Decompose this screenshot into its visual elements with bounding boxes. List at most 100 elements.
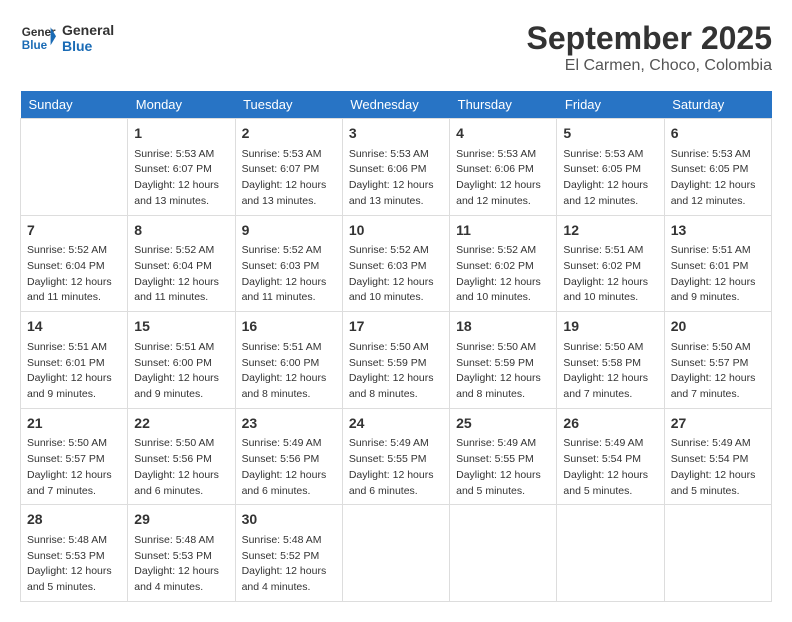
day-info: Sunrise: 5:52 AMSunset: 6:04 PMDaylight:… bbox=[27, 243, 121, 306]
weekday-header-row: SundayMondayTuesdayWednesdayThursdayFrid… bbox=[21, 91, 772, 119]
day-number: 19 bbox=[563, 317, 657, 337]
day-info: Sunrise: 5:50 AMSunset: 5:57 PMDaylight:… bbox=[671, 340, 765, 403]
day-number: 8 bbox=[134, 221, 228, 241]
calendar-cell: 21Sunrise: 5:50 AMSunset: 5:57 PMDayligh… bbox=[21, 408, 128, 505]
day-info: Sunrise: 5:50 AMSunset: 5:56 PMDaylight:… bbox=[134, 436, 228, 499]
title-section: September 2025 El Carmen, Choco, Colombi… bbox=[527, 20, 772, 75]
calendar-cell: 3 Sunrise: 5:53 AMSunset: 6:06 PMDaylight… bbox=[342, 119, 449, 216]
calendar-cell: 15 Sunrise: 5:51 AMSunset: 6:00 PMDayligh… bbox=[128, 312, 235, 409]
calendar-cell: 4 Sunrise: 5:53 AMSunset: 6:06 PMDaylight… bbox=[450, 119, 557, 216]
logo-blue: Blue bbox=[62, 38, 114, 54]
location-title: El Carmen, Choco, Colombia bbox=[527, 57, 772, 75]
day-number: 20 bbox=[671, 317, 765, 337]
day-info: Sunrise: 5:49 AMSunset: 5:54 PMDaylight:… bbox=[563, 436, 657, 499]
calendar-cell: 23Sunrise: 5:49 AMSunset: 5:56 PMDayligh… bbox=[235, 408, 342, 505]
weekday-header-thursday: Thursday bbox=[450, 91, 557, 119]
day-number: 23 bbox=[242, 414, 336, 434]
calendar-cell: 30 Sunrise: 5:48 AMSunset: 5:52 PMDayligh… bbox=[235, 505, 342, 602]
calendar-cell: 26Sunrise: 5:49 AMSunset: 5:54 PMDayligh… bbox=[557, 408, 664, 505]
day-info: Sunrise: 5:49 AMSunset: 5:55 PMDaylight:… bbox=[456, 436, 550, 499]
calendar-cell: 11Sunrise: 5:52 AMSunset: 6:02 PMDayligh… bbox=[450, 215, 557, 312]
calendar-cell: 6 Sunrise: 5:53 AMSunset: 6:05 PMDaylight… bbox=[664, 119, 771, 216]
day-number: 24 bbox=[349, 414, 443, 434]
calendar-cell: 12Sunrise: 5:51 AMSunset: 6:02 PMDayligh… bbox=[557, 215, 664, 312]
day-info: Sunrise: 5:50 AMSunset: 5:57 PMDaylight:… bbox=[27, 436, 121, 499]
day-number: 10 bbox=[349, 221, 443, 241]
calendar-cell bbox=[342, 505, 449, 602]
day-info: Sunrise: 5:51 AMSunset: 6:02 PMDaylight:… bbox=[563, 243, 657, 306]
day-info: Sunrise: 5:52 AMSunset: 6:04 PMDaylight:… bbox=[134, 243, 228, 306]
weekday-header-sunday: Sunday bbox=[21, 91, 128, 119]
day-number: 1 bbox=[134, 124, 228, 144]
calendar-cell: 27Sunrise: 5:49 AMSunset: 5:54 PMDayligh… bbox=[664, 408, 771, 505]
day-number: 12 bbox=[563, 221, 657, 241]
week-row-2: 7Sunrise: 5:52 AMSunset: 6:04 PMDaylight… bbox=[21, 215, 772, 312]
day-info: Sunrise: 5:53 AMSunset: 6:07 PMDaylight:… bbox=[242, 147, 336, 210]
month-title: September 2025 bbox=[527, 20, 772, 57]
calendar-cell: 22Sunrise: 5:50 AMSunset: 5:56 PMDayligh… bbox=[128, 408, 235, 505]
calendar-cell: 17Sunrise: 5:50 AMSunset: 5:59 PMDayligh… bbox=[342, 312, 449, 409]
day-number: 15 bbox=[134, 317, 228, 337]
header: General Blue General Blue September 2025… bbox=[20, 20, 772, 75]
calendar-cell: 25Sunrise: 5:49 AMSunset: 5:55 PMDayligh… bbox=[450, 408, 557, 505]
day-number: 21 bbox=[27, 414, 121, 434]
day-number: 26 bbox=[563, 414, 657, 434]
day-info: Sunrise: 5:53 AMSunset: 6:06 PMDaylight:… bbox=[349, 147, 443, 210]
calendar-cell bbox=[664, 505, 771, 602]
day-number: 22 bbox=[134, 414, 228, 434]
calendar-cell bbox=[557, 505, 664, 602]
logo-general: General bbox=[62, 22, 114, 38]
day-info: Sunrise: 5:51 AMSunset: 6:00 PMDaylight:… bbox=[134, 340, 228, 403]
week-row-1: 1 Sunrise: 5:53 AMSunset: 6:07 PMDaylight… bbox=[21, 119, 772, 216]
day-number: 2 bbox=[242, 124, 336, 144]
day-info: Sunrise: 5:49 AMSunset: 5:55 PMDaylight:… bbox=[349, 436, 443, 499]
day-info: Sunrise: 5:51 AMSunset: 6:00 PMDaylight:… bbox=[242, 340, 336, 403]
calendar-cell: 18Sunrise: 5:50 AMSunset: 5:59 PMDayligh… bbox=[450, 312, 557, 409]
logo: General Blue General Blue bbox=[20, 20, 114, 56]
day-info: Sunrise: 5:48 AMSunset: 5:52 PMDaylight:… bbox=[242, 533, 336, 596]
day-number: 27 bbox=[671, 414, 765, 434]
day-info: Sunrise: 5:50 AMSunset: 5:58 PMDaylight:… bbox=[563, 340, 657, 403]
weekday-header-saturday: Saturday bbox=[664, 91, 771, 119]
weekday-header-wednesday: Wednesday bbox=[342, 91, 449, 119]
day-info: Sunrise: 5:51 AMSunset: 6:01 PMDaylight:… bbox=[671, 243, 765, 306]
calendar-cell: 8Sunrise: 5:52 AMSunset: 6:04 PMDaylight… bbox=[128, 215, 235, 312]
day-number: 5 bbox=[563, 124, 657, 144]
day-info: Sunrise: 5:49 AMSunset: 5:54 PMDaylight:… bbox=[671, 436, 765, 499]
day-number: 7 bbox=[27, 221, 121, 241]
day-number: 17 bbox=[349, 317, 443, 337]
day-number: 3 bbox=[349, 124, 443, 144]
day-number: 6 bbox=[671, 124, 765, 144]
week-row-5: 28 Sunrise: 5:48 AMSunset: 5:53 PMDayligh… bbox=[21, 505, 772, 602]
week-row-3: 14Sunrise: 5:51 AMSunset: 6:01 PMDayligh… bbox=[21, 312, 772, 409]
day-info: Sunrise: 5:53 AMSunset: 6:05 PMDaylight:… bbox=[563, 147, 657, 210]
weekday-header-monday: Monday bbox=[128, 91, 235, 119]
calendar-cell: 2 Sunrise: 5:53 AMSunset: 6:07 PMDaylight… bbox=[235, 119, 342, 216]
day-number: 9 bbox=[242, 221, 336, 241]
day-info: Sunrise: 5:48 AMSunset: 5:53 PMDaylight:… bbox=[134, 533, 228, 596]
weekday-header-friday: Friday bbox=[557, 91, 664, 119]
day-info: Sunrise: 5:48 AMSunset: 5:53 PMDaylight:… bbox=[27, 533, 121, 596]
day-info: Sunrise: 5:52 AMSunset: 6:03 PMDaylight:… bbox=[242, 243, 336, 306]
day-info: Sunrise: 5:53 AMSunset: 6:06 PMDaylight:… bbox=[456, 147, 550, 210]
calendar-cell bbox=[450, 505, 557, 602]
day-number: 30 bbox=[242, 510, 336, 530]
day-number: 16 bbox=[242, 317, 336, 337]
calendar-cell bbox=[21, 119, 128, 216]
calendar-cell: 29Sunrise: 5:48 AMSunset: 5:53 PMDayligh… bbox=[128, 505, 235, 602]
day-number: 28 bbox=[27, 510, 121, 530]
day-number: 13 bbox=[671, 221, 765, 241]
week-row-4: 21Sunrise: 5:50 AMSunset: 5:57 PMDayligh… bbox=[21, 408, 772, 505]
calendar-cell: 1Sunrise: 5:53 AMSunset: 6:07 PMDaylight… bbox=[128, 119, 235, 216]
day-number: 14 bbox=[27, 317, 121, 337]
day-info: Sunrise: 5:52 AMSunset: 6:03 PMDaylight:… bbox=[349, 243, 443, 306]
day-info: Sunrise: 5:52 AMSunset: 6:02 PMDaylight:… bbox=[456, 243, 550, 306]
day-info: Sunrise: 5:50 AMSunset: 5:59 PMDaylight:… bbox=[456, 340, 550, 403]
day-number: 4 bbox=[456, 124, 550, 144]
calendar-cell: 16 Sunrise: 5:51 AMSunset: 6:00 PMDayligh… bbox=[235, 312, 342, 409]
day-info: Sunrise: 5:49 AMSunset: 5:56 PMDaylight:… bbox=[242, 436, 336, 499]
calendar-cell: 9Sunrise: 5:52 AMSunset: 6:03 PMDaylight… bbox=[235, 215, 342, 312]
day-number: 25 bbox=[456, 414, 550, 434]
day-info: Sunrise: 5:53 AMSunset: 6:05 PMDaylight:… bbox=[671, 147, 765, 210]
calendar-cell: 28 Sunrise: 5:48 AMSunset: 5:53 PMDayligh… bbox=[21, 505, 128, 602]
